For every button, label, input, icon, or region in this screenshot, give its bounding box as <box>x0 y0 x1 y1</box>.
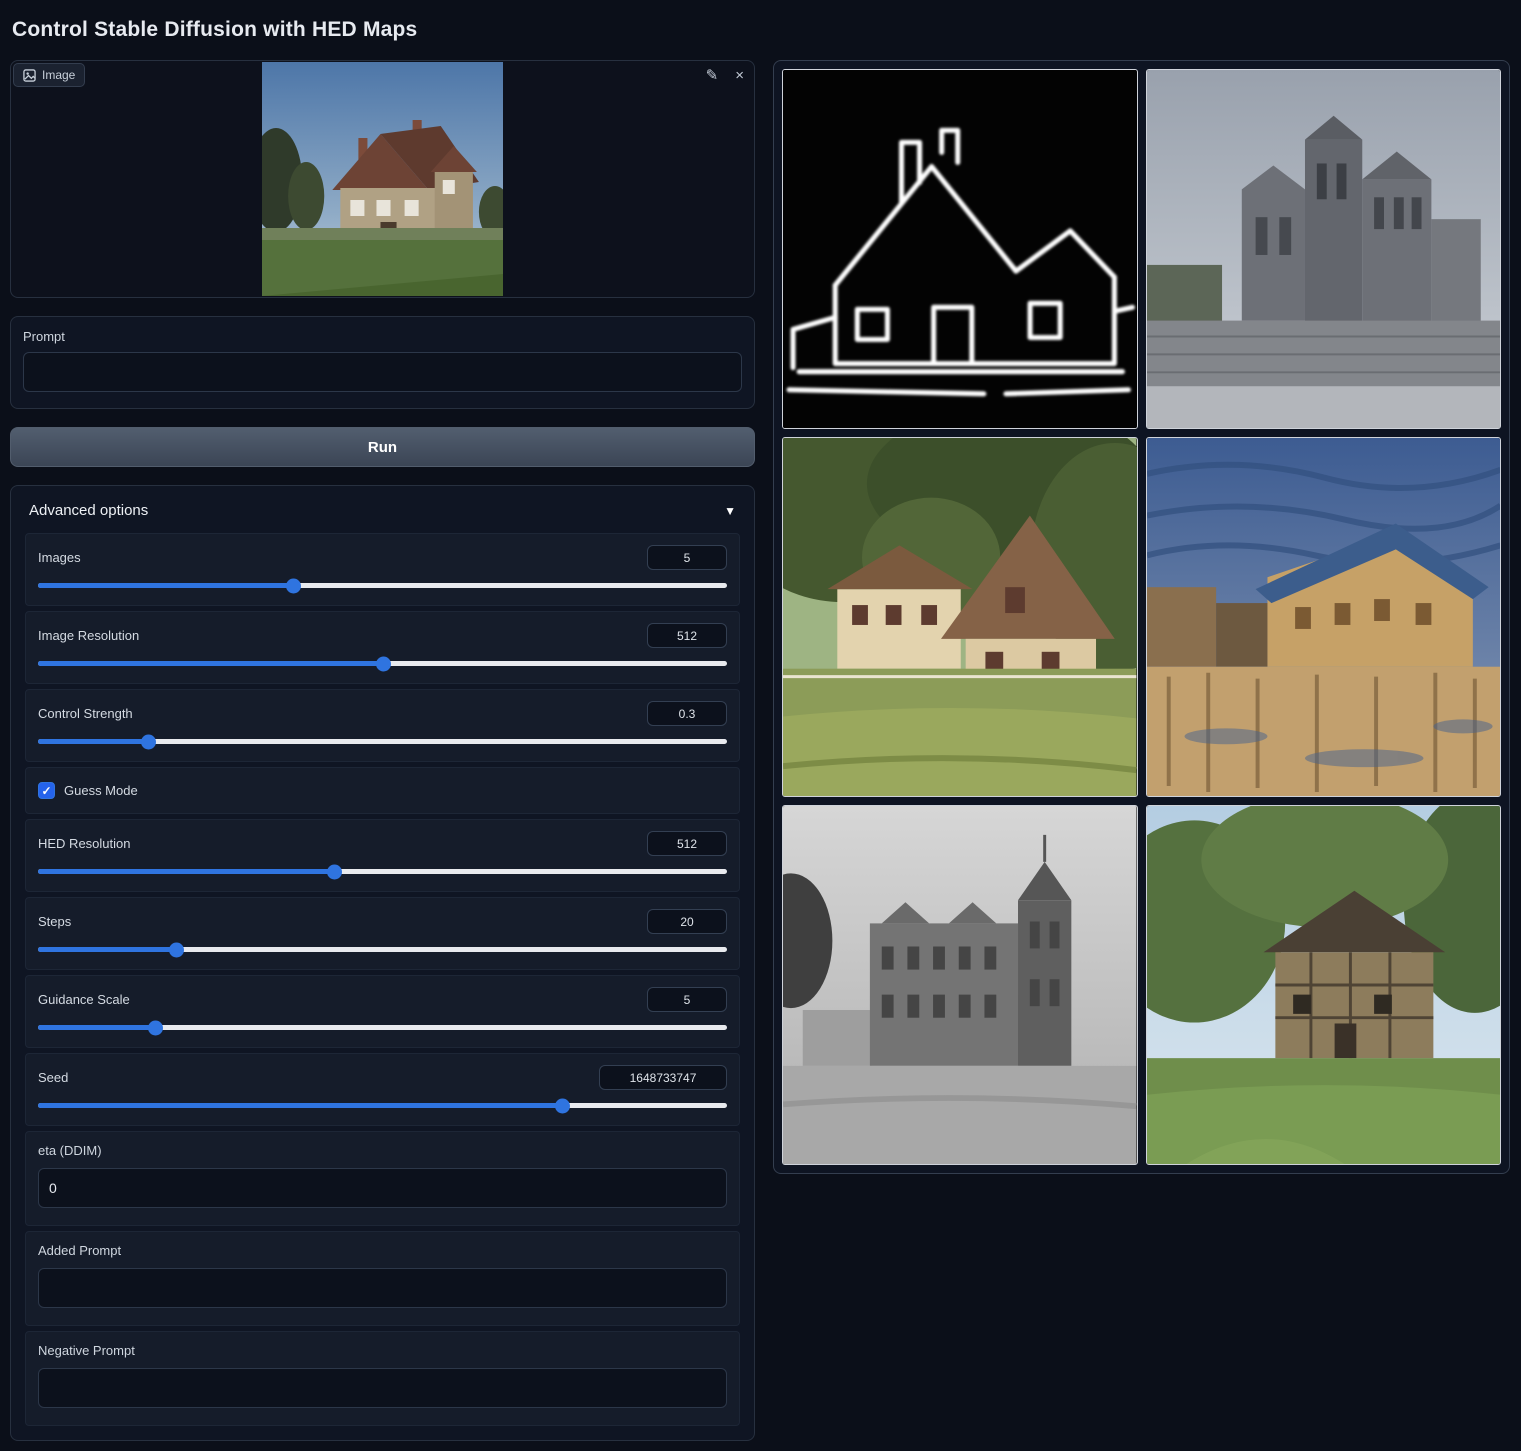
eta-group: eta (DDIM) <box>25 1131 740 1226</box>
gallery-item-cathedral[interactable] <box>1146 69 1502 429</box>
edit-image-button[interactable]: ✎ <box>704 66 721 85</box>
hed-resolution-value-input[interactable] <box>647 831 727 856</box>
images-slider[interactable] <box>38 583 727 588</box>
advanced-options-panel: Advanced options ▼ Images <box>10 485 755 1441</box>
slider-fill <box>38 583 293 588</box>
images-value-input[interactable] <box>647 545 727 570</box>
negative-prompt-input[interactable] <box>38 1368 727 1408</box>
advanced-options-title: Advanced options <box>29 502 148 519</box>
slider-group-hed-resolution: HED Resolution <box>25 819 740 892</box>
gallery-item-timber-house[interactable] <box>1146 805 1502 1165</box>
added-prompt-input[interactable] <box>38 1268 727 1308</box>
group-head: Steps <box>38 909 727 934</box>
slider-group-images: Images <box>25 533 740 606</box>
slider-thumb[interactable] <box>327 864 342 879</box>
slider-thumb[interactable] <box>286 578 301 593</box>
slider-fill <box>38 1103 562 1108</box>
eta-input[interactable] <box>38 1168 727 1208</box>
page-title: Control Stable Diffusion with HED Maps <box>12 18 1509 42</box>
steps-value-input[interactable] <box>647 909 727 934</box>
hed-resolution-slider[interactable] <box>38 869 727 874</box>
main-layout: Image ✎ × <box>10 60 1511 1441</box>
gallery-item-hed-map[interactable] <box>782 69 1138 429</box>
gallery-item-stylized-painting[interactable] <box>1146 437 1502 797</box>
negative-prompt-group: Negative Prompt <box>25 1331 740 1426</box>
control-strength-label: Control Strength <box>38 706 133 721</box>
app-page: Control Stable Diffusion with HED Maps I… <box>0 0 1521 1451</box>
uploaded-house-image <box>262 62 503 296</box>
slider-thumb[interactable] <box>141 734 156 749</box>
slider-fill <box>38 739 148 744</box>
slider-thumb[interactable] <box>555 1098 570 1113</box>
image-resolution-value-input[interactable] <box>647 623 727 648</box>
slider-fill <box>38 869 334 874</box>
group-head: Image Resolution <box>38 623 727 648</box>
slider-group-steps: Steps <box>25 897 740 970</box>
guess-mode-row: ✓ Guess Mode <box>25 767 740 814</box>
group-head: Control Strength <box>38 701 727 726</box>
seed-slider[interactable] <box>38 1103 727 1108</box>
run-button[interactable]: Run <box>10 427 755 467</box>
guidance-scale-label: Guidance Scale <box>38 992 130 1007</box>
prompt-input[interactable] <box>23 352 742 392</box>
control-strength-slider[interactable] <box>38 739 727 744</box>
image-resolution-label: Image Resolution <box>38 628 139 643</box>
added-prompt-label: Added Prompt <box>38 1243 727 1258</box>
added-prompt-group: Added Prompt <box>25 1231 740 1326</box>
seed-label: Seed <box>38 1070 68 1085</box>
guidance-scale-slider[interactable] <box>38 1025 727 1030</box>
steps-label: Steps <box>38 914 71 929</box>
image-input-label: Image <box>42 68 75 82</box>
guess-mode-label: Guess Mode <box>64 783 138 798</box>
grayscale-building-image <box>783 806 1137 1164</box>
slider-thumb[interactable] <box>169 942 184 957</box>
collapse-arrow-icon: ▼ <box>724 504 736 518</box>
left-column: Image ✎ × <box>10 60 755 1441</box>
hed-resolution-label: HED Resolution <box>38 836 131 851</box>
advanced-options-header[interactable]: Advanced options ▼ <box>29 502 736 519</box>
hed-map-image <box>783 70 1137 428</box>
group-head: HED Resolution <box>38 831 727 856</box>
slider-group-guidance-scale: Guidance Scale <box>25 975 740 1048</box>
negative-prompt-label: Negative Prompt <box>38 1343 727 1358</box>
advanced-options-body: Images Image Resolution <box>25 533 740 1426</box>
gallery-item-house-painting[interactable] <box>782 437 1138 797</box>
steps-slider[interactable] <box>38 947 727 952</box>
eta-label: eta (DDIM) <box>38 1143 727 1158</box>
stylized-painting-image <box>1147 438 1501 796</box>
image-upload-area[interactable]: Image ✎ × <box>10 60 755 298</box>
images-label: Images <box>38 550 81 565</box>
slider-group-control-strength: Control Strength <box>25 689 740 762</box>
group-head: Guidance Scale <box>38 987 727 1012</box>
clear-image-button[interactable]: × <box>733 66 746 85</box>
prompt-panel: Prompt <box>10 316 755 409</box>
prompt-label: Prompt <box>23 329 742 344</box>
slider-group-image-resolution: Image Resolution <box>25 611 740 684</box>
gallery-item-grayscale-building[interactable] <box>782 805 1138 1165</box>
guess-mode-checkbox[interactable]: ✓ <box>38 782 55 799</box>
slider-fill <box>38 1025 155 1030</box>
check-icon: ✓ <box>41 784 51 798</box>
slider-group-seed: Seed <box>25 1053 740 1126</box>
result-gallery <box>773 60 1510 1174</box>
guidance-scale-value-input[interactable] <box>647 987 727 1012</box>
group-head: Seed <box>38 1065 727 1090</box>
image-icon <box>23 69 36 82</box>
image-input-label-badge: Image <box>13 63 85 87</box>
slider-fill <box>38 661 383 666</box>
slider-thumb[interactable] <box>148 1020 163 1035</box>
timber-house-image <box>1147 806 1501 1164</box>
slider-fill <box>38 947 176 952</box>
cathedral-image <box>1147 70 1501 428</box>
group-head: Images <box>38 545 727 570</box>
image-resolution-slider[interactable] <box>38 661 727 666</box>
slider-thumb[interactable] <box>376 656 391 671</box>
seed-value-input[interactable] <box>599 1065 727 1090</box>
house-painting-image <box>783 438 1137 796</box>
control-strength-value-input[interactable] <box>647 701 727 726</box>
image-toolbar: ✎ × <box>704 66 746 85</box>
